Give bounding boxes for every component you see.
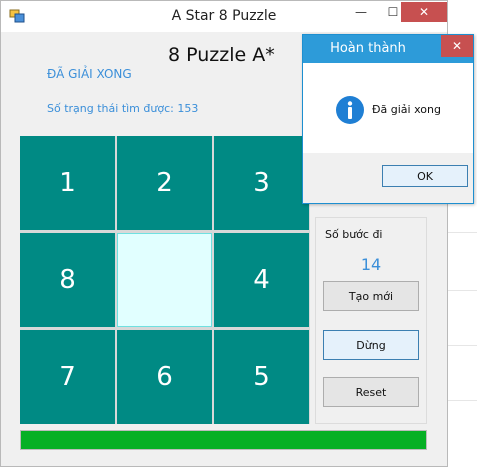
tile[interactable]: 7 xyxy=(20,330,115,424)
status-label: ĐÃ GIẢI XONG xyxy=(47,67,132,81)
steps-value: 14 xyxy=(360,255,382,274)
puzzle-board: 1 2 3 8 4 7 6 5 xyxy=(20,136,310,424)
tile[interactable]: 6 xyxy=(117,330,212,424)
stop-button[interactable]: Dừng xyxy=(323,330,419,360)
tile[interactable]: 5 xyxy=(214,330,309,424)
tile[interactable]: 4 xyxy=(214,233,309,327)
info-icon xyxy=(336,96,364,124)
reset-button[interactable]: Reset xyxy=(323,377,419,407)
tile[interactable]: 2 xyxy=(117,136,212,230)
completion-dialog: Hoàn thành ✕ Đã giải xong OK xyxy=(302,34,474,204)
page-title: 8 Puzzle A* xyxy=(168,44,275,66)
background-line xyxy=(448,345,477,346)
dialog-close-button[interactable]: ✕ xyxy=(441,35,473,57)
dialog-title: Hoàn thành xyxy=(330,41,406,56)
title-bar[interactable]: A Star 8 Puzzle — ☐ ✕ xyxy=(1,1,447,32)
progress-fill xyxy=(21,431,426,449)
blank-tile[interactable] xyxy=(117,233,212,327)
ok-button[interactable]: OK xyxy=(382,165,468,187)
steps-label: Số bước đi xyxy=(325,228,383,241)
dialog-message: Đã giải xong xyxy=(372,103,441,116)
background-line xyxy=(448,232,477,233)
minimize-button[interactable]: — xyxy=(346,2,376,22)
close-button[interactable]: ✕ xyxy=(401,2,447,22)
dialog-title-bar[interactable]: Hoàn thành ✕ xyxy=(303,35,473,63)
new-button[interactable]: Tạo mới xyxy=(323,281,419,311)
progress-bar xyxy=(20,430,427,450)
tile[interactable]: 1 xyxy=(20,136,115,230)
states-found-label: Số trạng thái tìm được: 153 xyxy=(47,102,199,115)
background-line xyxy=(448,290,477,291)
tile[interactable]: 3 xyxy=(214,136,309,230)
tile[interactable]: 8 xyxy=(20,233,115,327)
background-line xyxy=(448,400,477,401)
